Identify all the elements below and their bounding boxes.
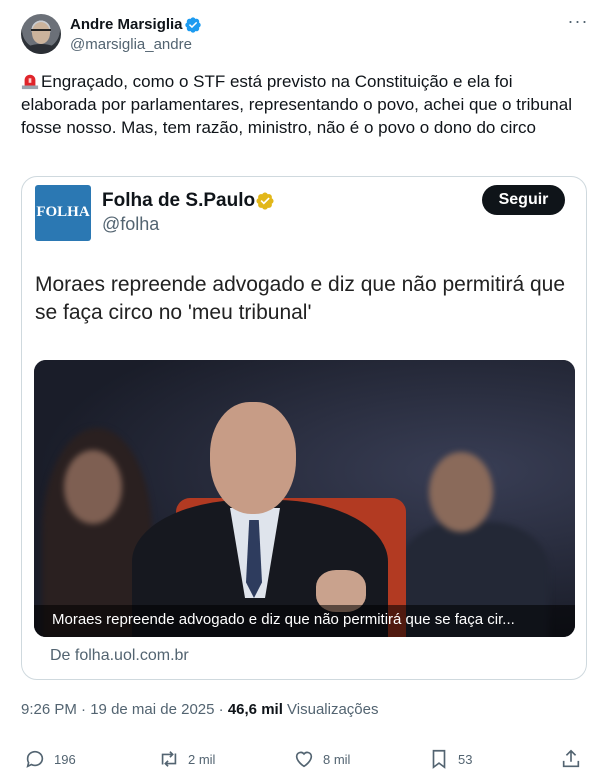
folha-avatar[interactable]: FOLHA bbox=[35, 185, 91, 241]
tweet-meta: 9:26 PM · 19 de mai de 2025 · 46,6 mil V… bbox=[21, 701, 379, 718]
quoted-author-name[interactable]: Folha de S.Paulo bbox=[102, 190, 255, 212]
quoted-author-handle[interactable]: @folha bbox=[102, 214, 159, 235]
verified-organization-icon bbox=[256, 192, 274, 210]
reply-button[interactable]: 196 bbox=[24, 748, 76, 770]
tweet-time[interactable]: 9:26 PM bbox=[21, 701, 77, 718]
heart-icon bbox=[295, 751, 313, 768]
link-source[interactable]: De folha.uol.com.br bbox=[50, 647, 189, 665]
quoted-headline: Moraes repreende advogado e diz que não … bbox=[35, 273, 566, 324]
tweet-date[interactable]: 19 de mai de 2025 bbox=[90, 701, 214, 718]
tweet: Andre Marsiglia @marsiglia_andre ··· Eng… bbox=[0, 0, 609, 774]
tweet-text: Engraçado, como o STF está previsto na C… bbox=[21, 70, 581, 139]
more-options-icon[interactable]: ··· bbox=[566, 12, 590, 34]
bookmark-button[interactable]: 53 bbox=[428, 748, 472, 770]
author-handle[interactable]: @marsiglia_andre bbox=[70, 36, 192, 53]
tweet-body: Engraçado, como o STF está previsto na C… bbox=[21, 72, 572, 137]
author-avatar[interactable] bbox=[21, 14, 61, 54]
like-button[interactable]: 8 mil bbox=[293, 748, 350, 770]
views-count: 46,6 mil bbox=[227, 701, 283, 718]
share-icon bbox=[562, 749, 580, 768]
folha-logo-text: FOLHA bbox=[36, 204, 90, 220]
reply-count: 196 bbox=[54, 751, 76, 767]
article-image[interactable]: Moraes repreende advogado e diz que não … bbox=[34, 360, 575, 637]
retweet-icon bbox=[161, 751, 177, 767]
meta-separator: · bbox=[81, 701, 87, 718]
image-caption: Moraes repreende advogado e diz que não … bbox=[52, 611, 515, 628]
like-count: 8 mil bbox=[323, 751, 351, 767]
verified-badge-icon bbox=[185, 17, 201, 33]
meta-separator-2: · bbox=[218, 701, 224, 718]
views-label: Visualizações bbox=[287, 701, 379, 718]
reply-icon bbox=[26, 750, 44, 768]
quoted-tweet-card[interactable]: FOLHA Folha de S.Paulo @folha Seguir Mor… bbox=[21, 176, 587, 680]
bookmark-icon bbox=[432, 749, 446, 769]
author-name[interactable]: Andre Marsiglia bbox=[70, 16, 183, 33]
follow-button[interactable]: Seguir bbox=[482, 185, 565, 215]
share-button[interactable] bbox=[560, 748, 590, 770]
siren-emoji-icon bbox=[21, 74, 39, 90]
bookmark-count: 53 bbox=[458, 751, 473, 767]
retweet-button[interactable]: 2 mil bbox=[158, 748, 215, 770]
retweet-count: 2 mil bbox=[188, 751, 216, 767]
